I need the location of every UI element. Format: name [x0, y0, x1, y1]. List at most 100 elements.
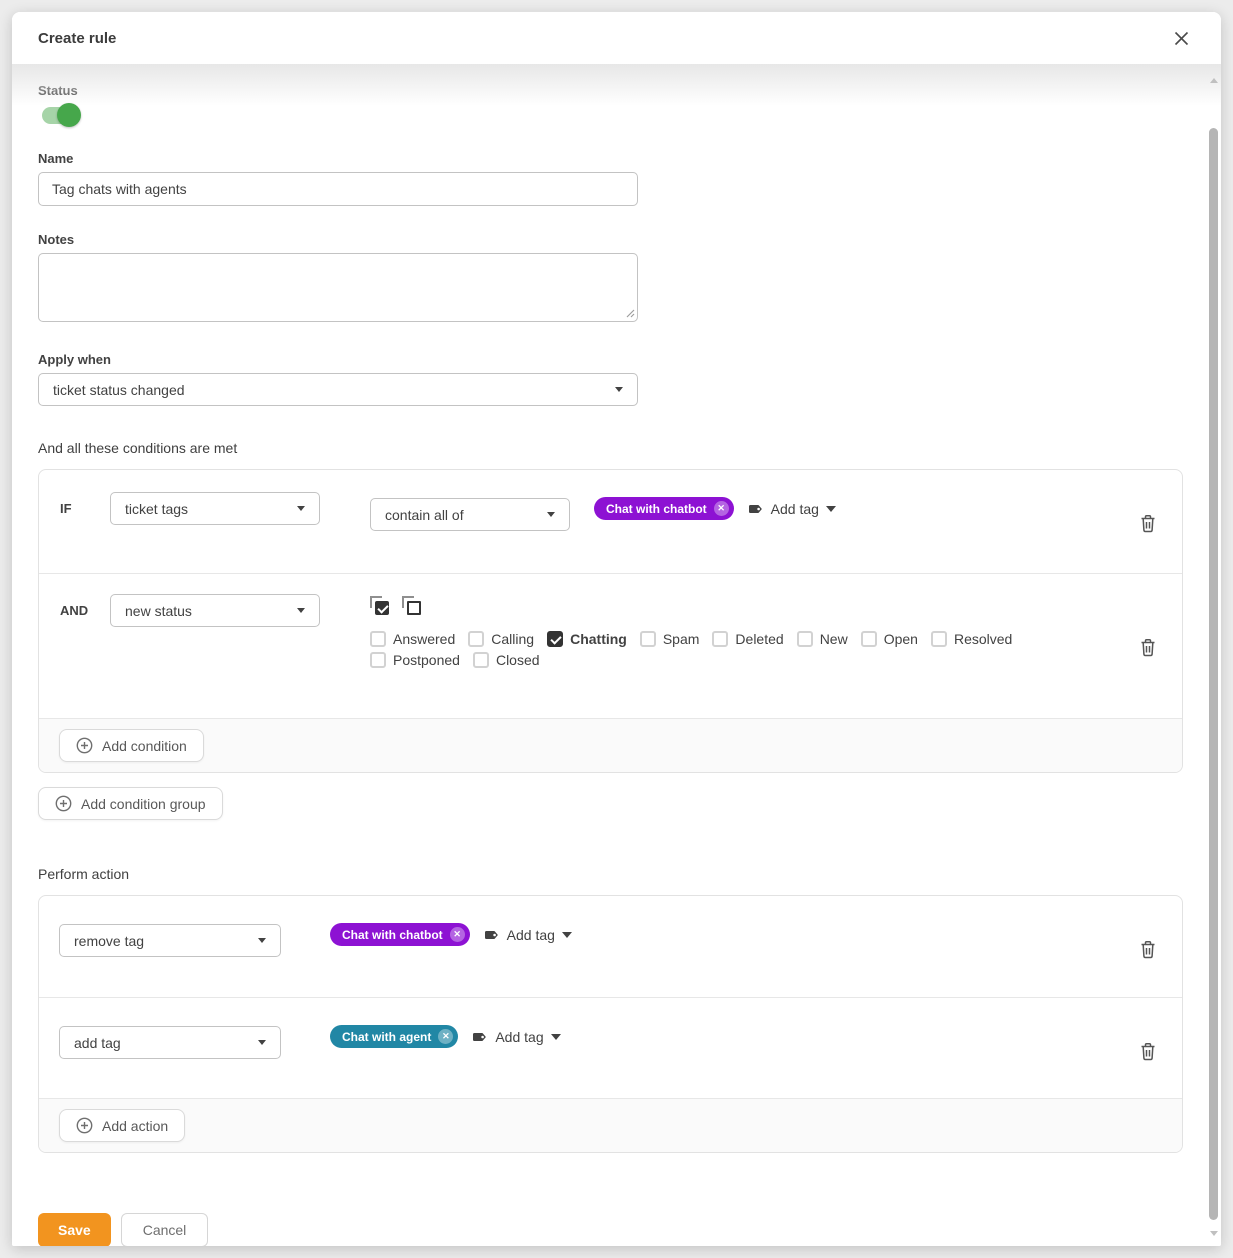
checkbox-box — [547, 631, 563, 647]
checkbox-box — [712, 631, 728, 647]
tag-chip-label: Chat with chatbot — [342, 928, 443, 942]
tag-chip: Chat with chatbot ✕ — [594, 497, 734, 520]
checkbox-deleted[interactable]: Deleted — [712, 631, 783, 647]
delete-condition-button[interactable] — [1138, 513, 1158, 537]
add-condition-group-button[interactable]: Add condition group — [38, 787, 223, 820]
checkbox-chatting[interactable]: Chatting — [547, 631, 627, 647]
condition-field-select[interactable]: ticket tags — [110, 492, 320, 525]
checkbox-box — [861, 631, 877, 647]
condition-row-and: AND new status — [39, 573, 1182, 718]
tag-icon — [748, 501, 764, 517]
checkbox-calling[interactable]: Calling — [468, 631, 534, 647]
select-all-icon[interactable] — [370, 596, 389, 615]
condition-group: IF ticket tags contain all of Chat with … — [38, 469, 1183, 773]
apply-when-label: Apply when — [38, 352, 1183, 367]
modal-title: Create rule — [38, 30, 116, 47]
modal-content: Status Name Notes Apply when ticket stat… — [12, 64, 1221, 1246]
checkbox-open[interactable]: Open — [861, 631, 918, 647]
checkbox-new[interactable]: New — [797, 631, 848, 647]
create-rule-modal: Create rule Status Name Notes Apply when… — [12, 12, 1221, 1246]
vertical-scrollbar[interactable] — [1208, 66, 1220, 1244]
connector-if: IF — [60, 492, 110, 516]
tag-chip-label: Chat with agent — [342, 1030, 431, 1044]
checkbox-label: New — [820, 631, 848, 647]
delete-condition-button[interactable] — [1138, 637, 1158, 661]
delete-action-button[interactable] — [1138, 1041, 1158, 1065]
tag-zone: Chat with chatbot ✕ Add tag — [594, 492, 836, 520]
status-checkbox-block: Answered Calling Chatting Spam — [370, 594, 1090, 668]
apply-when-value: ticket status changed — [53, 382, 185, 398]
chevron-down-icon — [826, 506, 836, 512]
add-condition-button[interactable]: Add condition — [59, 729, 204, 762]
footer-buttons: Save Cancel — [38, 1213, 1183, 1246]
action-row-add-tag: add tag Chat with agent ✕ Add tag — [39, 997, 1182, 1098]
status-label: Status — [38, 83, 1183, 98]
condition-field-value: ticket tags — [125, 501, 188, 517]
checkbox-spam[interactable]: Spam — [640, 631, 700, 647]
trash-icon — [1138, 637, 1158, 658]
status-toggle[interactable] — [42, 107, 78, 124]
checkbox-label: Postponed — [393, 652, 460, 668]
condition-operator-value: contain all of — [385, 507, 464, 523]
tag-chip: Chat with chatbot ✕ — [330, 923, 470, 946]
checkbox-box — [370, 652, 386, 668]
trash-icon — [1138, 1041, 1158, 1062]
modal-header: Create rule — [12, 12, 1221, 64]
checkbox-label: Calling — [491, 631, 534, 647]
notes-label: Notes — [38, 232, 1183, 247]
notes-textarea[interactable] — [38, 253, 638, 322]
apply-when-select[interactable]: ticket status changed — [38, 373, 638, 406]
add-tag-label: Add tag — [771, 501, 819, 517]
cancel-button[interactable]: Cancel — [121, 1213, 209, 1246]
close-button[interactable] — [1167, 24, 1195, 52]
action-type-value: remove tag — [74, 933, 144, 949]
add-tag-button[interactable]: Add tag — [748, 501, 836, 517]
remove-tag-icon[interactable]: ✕ — [438, 1029, 453, 1044]
close-icon — [1174, 31, 1189, 46]
save-button[interactable]: Save — [38, 1213, 111, 1246]
add-tag-button[interactable]: Add tag — [484, 927, 572, 943]
tag-icon — [472, 1029, 488, 1045]
add-condition-label: Add condition — [102, 738, 187, 754]
checkbox-answered[interactable]: Answered — [370, 631, 455, 647]
action-group: remove tag Chat with chatbot ✕ Add tag — [38, 895, 1183, 1153]
checkbox-tools — [370, 596, 1090, 615]
tag-zone: Chat with chatbot ✕ Add tag — [330, 918, 572, 946]
scrollbar-up-arrow-icon[interactable] — [1210, 78, 1218, 83]
condition-field-select[interactable]: new status — [110, 594, 320, 627]
chevron-down-icon — [258, 938, 266, 943]
remove-tag-icon[interactable]: ✕ — [714, 501, 729, 516]
trash-icon — [1138, 939, 1158, 960]
condition-field-value: new status — [125, 603, 192, 619]
connector-and: AND — [60, 594, 110, 618]
tag-chip-label: Chat with chatbot — [606, 502, 707, 516]
tag-chip: Chat with agent ✕ — [330, 1025, 458, 1048]
checkbox-box — [370, 631, 386, 647]
action-type-select[interactable]: add tag — [59, 1026, 281, 1059]
checkbox-postponed[interactable]: Postponed — [370, 652, 460, 668]
add-action-label: Add action — [102, 1118, 168, 1134]
scrollbar-down-arrow-icon[interactable] — [1210, 1231, 1218, 1236]
name-input[interactable] — [38, 172, 638, 206]
plus-circle-icon — [55, 795, 72, 812]
checkbox-resolved[interactable]: Resolved — [931, 631, 1012, 647]
checkbox-label: Closed — [496, 652, 540, 668]
add-action-button[interactable]: Add action — [59, 1109, 185, 1142]
status-checkbox-list: Answered Calling Chatting Spam — [370, 631, 1090, 668]
condition-group-footer: Add condition — [39, 718, 1182, 772]
checkbox-label: Chatting — [570, 631, 627, 647]
remove-tag-icon[interactable]: ✕ — [450, 927, 465, 942]
add-tag-button[interactable]: Add tag — [472, 1029, 560, 1045]
action-group-footer: Add action — [39, 1098, 1182, 1152]
checkbox-closed[interactable]: Closed — [473, 652, 540, 668]
delete-action-button[interactable] — [1138, 939, 1158, 963]
checkbox-box — [797, 631, 813, 647]
conditions-heading: And all these conditions are met — [38, 440, 1183, 456]
copy-icon[interactable] — [402, 596, 421, 615]
condition-operator-select[interactable]: contain all of — [370, 498, 570, 531]
scrollbar-thumb[interactable] — [1209, 128, 1218, 1220]
action-type-select[interactable]: remove tag — [59, 924, 281, 957]
checkbox-box — [640, 631, 656, 647]
chevron-down-icon — [547, 512, 555, 517]
chevron-down-icon — [258, 1040, 266, 1045]
